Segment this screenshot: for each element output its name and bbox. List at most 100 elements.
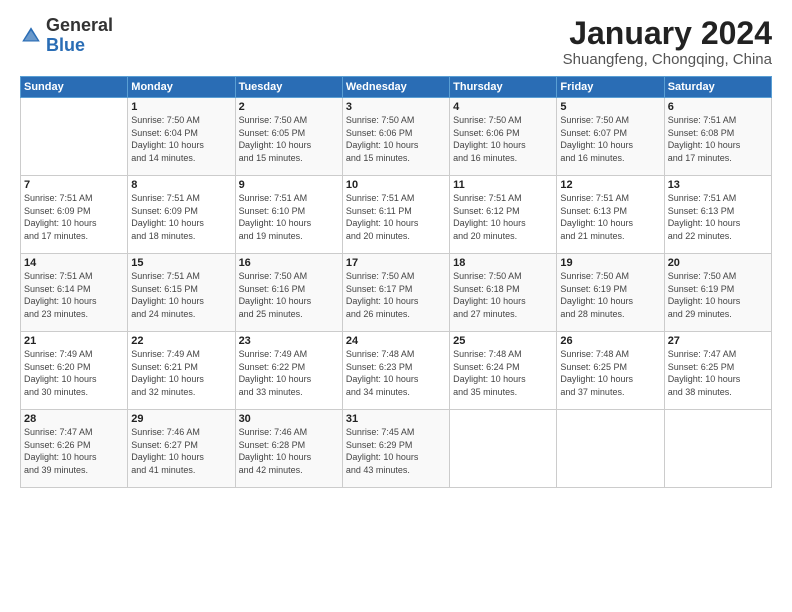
- day-number: 2: [239, 101, 339, 113]
- calendar-cell: 19Sunrise: 7:50 AM Sunset: 6:19 PM Dayli…: [557, 254, 664, 332]
- day-number: 26: [560, 335, 660, 347]
- calendar-cell: 17Sunrise: 7:50 AM Sunset: 6:17 PM Dayli…: [342, 254, 449, 332]
- day-info: Sunrise: 7:46 AM Sunset: 6:27 PM Dayligh…: [131, 426, 231, 476]
- calendar-cell: 5Sunrise: 7:50 AM Sunset: 6:07 PM Daylig…: [557, 98, 664, 176]
- day-number: 31: [346, 413, 446, 425]
- col-saturday: Saturday: [664, 77, 771, 98]
- calendar-cell: 30Sunrise: 7:46 AM Sunset: 6:28 PM Dayli…: [235, 410, 342, 488]
- day-number: 16: [239, 257, 339, 269]
- header: General Blue January 2024 Shuangfeng, Ch…: [20, 16, 772, 68]
- subtitle: Shuangfeng, Chongqing, China: [563, 51, 772, 68]
- day-number: 12: [560, 179, 660, 191]
- calendar-cell: [21, 98, 128, 176]
- day-number: 11: [453, 179, 553, 191]
- day-info: Sunrise: 7:50 AM Sunset: 6:17 PM Dayligh…: [346, 270, 446, 320]
- calendar-cell: 25Sunrise: 7:48 AM Sunset: 6:24 PM Dayli…: [450, 332, 557, 410]
- calendar-cell: 10Sunrise: 7:51 AM Sunset: 6:11 PM Dayli…: [342, 176, 449, 254]
- day-number: 15: [131, 257, 231, 269]
- day-info: Sunrise: 7:50 AM Sunset: 6:06 PM Dayligh…: [346, 114, 446, 164]
- day-info: Sunrise: 7:51 AM Sunset: 6:13 PM Dayligh…: [560, 192, 660, 242]
- day-number: 1: [131, 101, 231, 113]
- calendar-cell: 2Sunrise: 7:50 AM Sunset: 6:05 PM Daylig…: [235, 98, 342, 176]
- calendar-cell: 27Sunrise: 7:47 AM Sunset: 6:25 PM Dayli…: [664, 332, 771, 410]
- day-info: Sunrise: 7:48 AM Sunset: 6:24 PM Dayligh…: [453, 348, 553, 398]
- calendar-cell: [664, 410, 771, 488]
- day-number: 9: [239, 179, 339, 191]
- col-wednesday: Wednesday: [342, 77, 449, 98]
- calendar-cell: 6Sunrise: 7:51 AM Sunset: 6:08 PM Daylig…: [664, 98, 771, 176]
- calendar-body: 1Sunrise: 7:50 AM Sunset: 6:04 PM Daylig…: [21, 98, 772, 488]
- main-title: January 2024: [563, 16, 772, 51]
- calendar-cell: 11Sunrise: 7:51 AM Sunset: 6:12 PM Dayli…: [450, 176, 557, 254]
- day-number: 23: [239, 335, 339, 347]
- logo: General Blue: [20, 16, 113, 56]
- day-info: Sunrise: 7:51 AM Sunset: 6:08 PM Dayligh…: [668, 114, 768, 164]
- day-number: 18: [453, 257, 553, 269]
- day-number: 30: [239, 413, 339, 425]
- col-sunday: Sunday: [21, 77, 128, 98]
- logo-blue: Blue: [46, 35, 85, 55]
- calendar-week-row: 21Sunrise: 7:49 AM Sunset: 6:20 PM Dayli…: [21, 332, 772, 410]
- day-info: Sunrise: 7:50 AM Sunset: 6:16 PM Dayligh…: [239, 270, 339, 320]
- day-number: 17: [346, 257, 446, 269]
- day-info: Sunrise: 7:51 AM Sunset: 6:09 PM Dayligh…: [131, 192, 231, 242]
- calendar-cell: 16Sunrise: 7:50 AM Sunset: 6:16 PM Dayli…: [235, 254, 342, 332]
- calendar-cell: [450, 410, 557, 488]
- calendar-cell: 15Sunrise: 7:51 AM Sunset: 6:15 PM Dayli…: [128, 254, 235, 332]
- day-info: Sunrise: 7:51 AM Sunset: 6:10 PM Dayligh…: [239, 192, 339, 242]
- day-number: 27: [668, 335, 768, 347]
- day-info: Sunrise: 7:51 AM Sunset: 6:15 PM Dayligh…: [131, 270, 231, 320]
- day-info: Sunrise: 7:49 AM Sunset: 6:20 PM Dayligh…: [24, 348, 124, 398]
- day-number: 3: [346, 101, 446, 113]
- calendar-cell: 20Sunrise: 7:50 AM Sunset: 6:19 PM Dayli…: [664, 254, 771, 332]
- day-number: 6: [668, 101, 768, 113]
- logo-general: General: [46, 15, 113, 35]
- day-info: Sunrise: 7:50 AM Sunset: 6:18 PM Dayligh…: [453, 270, 553, 320]
- day-info: Sunrise: 7:50 AM Sunset: 6:07 PM Dayligh…: [560, 114, 660, 164]
- day-number: 20: [668, 257, 768, 269]
- logo-icon: [20, 25, 42, 47]
- calendar-week-row: 14Sunrise: 7:51 AM Sunset: 6:14 PM Dayli…: [21, 254, 772, 332]
- calendar-cell: 8Sunrise: 7:51 AM Sunset: 6:09 PM Daylig…: [128, 176, 235, 254]
- header-row: Sunday Monday Tuesday Wednesday Thursday…: [21, 77, 772, 98]
- day-info: Sunrise: 7:51 AM Sunset: 6:11 PM Dayligh…: [346, 192, 446, 242]
- day-info: Sunrise: 7:45 AM Sunset: 6:29 PM Dayligh…: [346, 426, 446, 476]
- day-number: 21: [24, 335, 124, 347]
- logo-text: General Blue: [46, 16, 113, 56]
- day-info: Sunrise: 7:48 AM Sunset: 6:23 PM Dayligh…: [346, 348, 446, 398]
- day-number: 28: [24, 413, 124, 425]
- col-friday: Friday: [557, 77, 664, 98]
- calendar-cell: 12Sunrise: 7:51 AM Sunset: 6:13 PM Dayli…: [557, 176, 664, 254]
- col-tuesday: Tuesday: [235, 77, 342, 98]
- page: General Blue January 2024 Shuangfeng, Ch…: [0, 0, 792, 612]
- calendar-cell: 13Sunrise: 7:51 AM Sunset: 6:13 PM Dayli…: [664, 176, 771, 254]
- calendar-cell: 28Sunrise: 7:47 AM Sunset: 6:26 PM Dayli…: [21, 410, 128, 488]
- day-info: Sunrise: 7:50 AM Sunset: 6:06 PM Dayligh…: [453, 114, 553, 164]
- calendar-week-row: 1Sunrise: 7:50 AM Sunset: 6:04 PM Daylig…: [21, 98, 772, 176]
- calendar-cell: 7Sunrise: 7:51 AM Sunset: 6:09 PM Daylig…: [21, 176, 128, 254]
- calendar-cell: 1Sunrise: 7:50 AM Sunset: 6:04 PM Daylig…: [128, 98, 235, 176]
- day-info: Sunrise: 7:51 AM Sunset: 6:13 PM Dayligh…: [668, 192, 768, 242]
- calendar-week-row: 7Sunrise: 7:51 AM Sunset: 6:09 PM Daylig…: [21, 176, 772, 254]
- calendar-cell: 26Sunrise: 7:48 AM Sunset: 6:25 PM Dayli…: [557, 332, 664, 410]
- day-number: 13: [668, 179, 768, 191]
- calendar-cell: 14Sunrise: 7:51 AM Sunset: 6:14 PM Dayli…: [21, 254, 128, 332]
- calendar-cell: 18Sunrise: 7:50 AM Sunset: 6:18 PM Dayli…: [450, 254, 557, 332]
- calendar-cell: 23Sunrise: 7:49 AM Sunset: 6:22 PM Dayli…: [235, 332, 342, 410]
- calendar-cell: 31Sunrise: 7:45 AM Sunset: 6:29 PM Dayli…: [342, 410, 449, 488]
- day-info: Sunrise: 7:50 AM Sunset: 6:05 PM Dayligh…: [239, 114, 339, 164]
- calendar-cell: 3Sunrise: 7:50 AM Sunset: 6:06 PM Daylig…: [342, 98, 449, 176]
- col-monday: Monday: [128, 77, 235, 98]
- calendar-week-row: 28Sunrise: 7:47 AM Sunset: 6:26 PM Dayli…: [21, 410, 772, 488]
- day-number: 5: [560, 101, 660, 113]
- day-info: Sunrise: 7:49 AM Sunset: 6:21 PM Dayligh…: [131, 348, 231, 398]
- day-info: Sunrise: 7:47 AM Sunset: 6:25 PM Dayligh…: [668, 348, 768, 398]
- day-info: Sunrise: 7:51 AM Sunset: 6:12 PM Dayligh…: [453, 192, 553, 242]
- day-info: Sunrise: 7:48 AM Sunset: 6:25 PM Dayligh…: [560, 348, 660, 398]
- calendar-cell: 22Sunrise: 7:49 AM Sunset: 6:21 PM Dayli…: [128, 332, 235, 410]
- day-number: 19: [560, 257, 660, 269]
- calendar-cell: 4Sunrise: 7:50 AM Sunset: 6:06 PM Daylig…: [450, 98, 557, 176]
- calendar-table: Sunday Monday Tuesday Wednesday Thursday…: [20, 76, 772, 488]
- day-info: Sunrise: 7:50 AM Sunset: 6:19 PM Dayligh…: [560, 270, 660, 320]
- calendar-header: Sunday Monday Tuesday Wednesday Thursday…: [21, 77, 772, 98]
